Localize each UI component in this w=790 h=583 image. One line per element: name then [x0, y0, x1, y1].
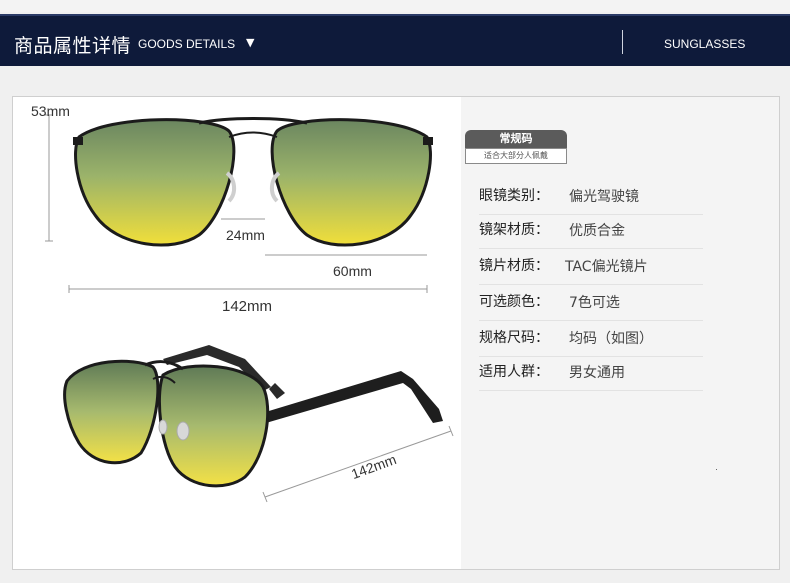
spec-row-lens-material: 镜片材质： TAC偏光镜片	[479, 250, 703, 285]
decorative-dot	[716, 469, 717, 470]
spec-value: 均码（如图）	[569, 331, 653, 347]
spec-value: 男女通用	[569, 365, 625, 381]
size-badge-subtitle: 适合大部分人佩戴	[465, 148, 567, 164]
header-title-cn: 商品属性详情	[14, 35, 132, 57]
spec-value: 7色可选	[569, 295, 620, 311]
total-width-label: 142mm	[222, 298, 273, 315]
top-margin	[0, 0, 790, 12]
size-badge-title: 常规码	[465, 130, 567, 148]
size-badge: 常规码 适合大部分人佩戴	[465, 130, 567, 164]
spec-label: 适用人群：	[479, 364, 549, 380]
spec-label: 可选颜色：	[479, 294, 549, 310]
spec-label: 眼镜类别：	[479, 188, 549, 204]
spec-value: 优质合金	[569, 223, 625, 239]
right-lens	[270, 118, 432, 247]
spec-value: TAC偏光镜片	[565, 259, 648, 275]
caret-down-icon: ▼	[246, 36, 255, 49]
height-dimension-line	[45, 114, 53, 242]
height-label: 53mm	[31, 103, 70, 119]
sunglasses-diagram	[45, 114, 454, 503]
lens-width-label: 60mm	[333, 263, 372, 279]
header-title-en: GOODS DETAILS	[138, 37, 236, 51]
spec-value: 偏光驾驶镜	[569, 189, 639, 205]
spec-row-audience: 适用人群： 男女通用	[479, 356, 703, 391]
header-category: SUNGLASSES	[664, 37, 746, 51]
spec-row-colors: 可选颜色： 7色可选	[479, 286, 703, 321]
left-lens	[74, 118, 236, 247]
header-divider	[622, 30, 623, 54]
dimension-diagram-pane: 53mm 24mm 60mm 142mm 142mm	[13, 97, 461, 569]
spec-row-size: 规格尺码： 均码（如图）	[479, 322, 703, 357]
total-width-dimension-line	[68, 285, 428, 293]
spec-row-category: 眼镜类别： 偏光驾驶镜	[479, 180, 703, 215]
spec-label: 规格尺码：	[479, 330, 549, 346]
spec-label: 镜片材质：	[479, 258, 549, 274]
section-header: 商品属性详情 GOODS DETAILS ▼ SUNGLASSES	[0, 14, 790, 66]
spec-row-frame-material: 镜架材质： 优质合金	[479, 214, 703, 249]
bridge-label: 24mm	[226, 227, 265, 243]
spec-label: 镜架材质：	[479, 222, 549, 238]
